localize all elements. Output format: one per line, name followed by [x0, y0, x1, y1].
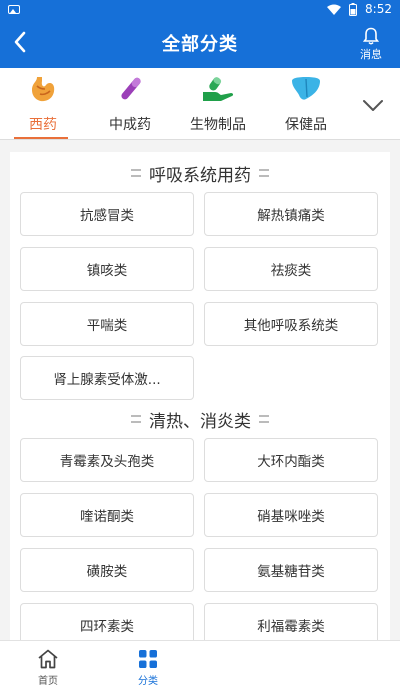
- category-button[interactable]: 解热镇痛类: [204, 192, 378, 236]
- header: 全部分类 消息: [0, 18, 400, 68]
- page-title: 全部分类: [162, 34, 238, 55]
- category-button[interactable]: 氨基糖苷类: [204, 548, 378, 592]
- tab-label: 生物制品: [190, 117, 246, 133]
- grid-icon: [139, 650, 157, 668]
- nav-label: 首页: [38, 676, 58, 687]
- active-tab-indicator: [14, 137, 68, 139]
- image-notification-icon: [8, 4, 20, 14]
- category-button[interactable]: 硝基咪唑类: [204, 493, 378, 537]
- category-button[interactable]: 肾上腺素受体激...: [20, 356, 194, 400]
- category-button[interactable]: 祛痰类: [204, 247, 378, 291]
- category-tabs: 西药 中成药 生物制品 保健品: [0, 68, 400, 140]
- battery-icon: [349, 2, 358, 16]
- category-button[interactable]: 利福霉素类: [204, 603, 378, 640]
- tab-label: 西药: [29, 117, 57, 133]
- category-button[interactable]: 平喘类: [20, 302, 194, 346]
- capsule-pen-icon: [121, 77, 141, 100]
- pill-hand-icon: [203, 77, 234, 101]
- category-button[interactable]: 抗感冒类: [20, 192, 194, 236]
- category-button[interactable]: 大环内酯类: [204, 438, 378, 482]
- stomach-icon: [32, 77, 55, 102]
- category-button[interactable]: 喹诺酮类: [20, 493, 194, 537]
- decorative-bars: [259, 415, 269, 423]
- category-content: 呼吸系统用药 抗感冒类 解热镇痛类 镇咳类 祛痰类 平喘类 其他呼吸系统类 肾上…: [10, 152, 390, 640]
- section-title-respiratory: 呼吸系统用药: [10, 160, 390, 186]
- liver-icon: [292, 77, 320, 100]
- tab-western-medicine[interactable]: 西药: [18, 72, 68, 138]
- message-button[interactable]: 消息: [350, 22, 392, 66]
- category-button[interactable]: 其他呼吸系统类: [204, 302, 378, 346]
- nav-category[interactable]: 分类: [118, 649, 178, 697]
- tab-health-products[interactable]: 保健品: [276, 72, 336, 138]
- chevron-left-icon: [14, 31, 26, 53]
- message-label: 消息: [360, 47, 382, 61]
- bell-icon: [363, 27, 379, 44]
- status-bar: 8:52: [0, 0, 400, 18]
- back-button[interactable]: [4, 26, 36, 58]
- chevron-down-icon: [363, 99, 383, 111]
- tab-biological-products[interactable]: 生物制品: [183, 72, 253, 138]
- category-button[interactable]: 镇咳类: [20, 247, 194, 291]
- bottom-nav: 首页 分类: [0, 640, 400, 700]
- wifi-icon: [327, 4, 342, 15]
- section-title-text: 呼吸系统用药: [149, 165, 251, 186]
- section-title-antibiotics: 清热、消炎类: [10, 406, 390, 432]
- decorative-bars: [131, 169, 141, 177]
- section-title-text: 清热、消炎类: [149, 411, 251, 432]
- nav-home[interactable]: 首页: [18, 649, 78, 697]
- status-time: 8:52: [365, 2, 392, 16]
- tab-label: 中成药: [109, 117, 151, 133]
- nav-label: 分类: [138, 676, 158, 687]
- category-button[interactable]: 四环素类: [20, 603, 194, 640]
- decorative-bars: [131, 415, 141, 423]
- tab-label: 保健品: [285, 117, 327, 133]
- home-icon: [38, 649, 58, 669]
- decorative-bars: [259, 169, 269, 177]
- category-button[interactable]: 磺胺类: [20, 548, 194, 592]
- expand-categories-button[interactable]: [360, 94, 386, 116]
- tab-chinese-patent-medicine[interactable]: 中成药: [100, 72, 160, 138]
- category-button[interactable]: 青霉素及头孢类: [20, 438, 194, 482]
